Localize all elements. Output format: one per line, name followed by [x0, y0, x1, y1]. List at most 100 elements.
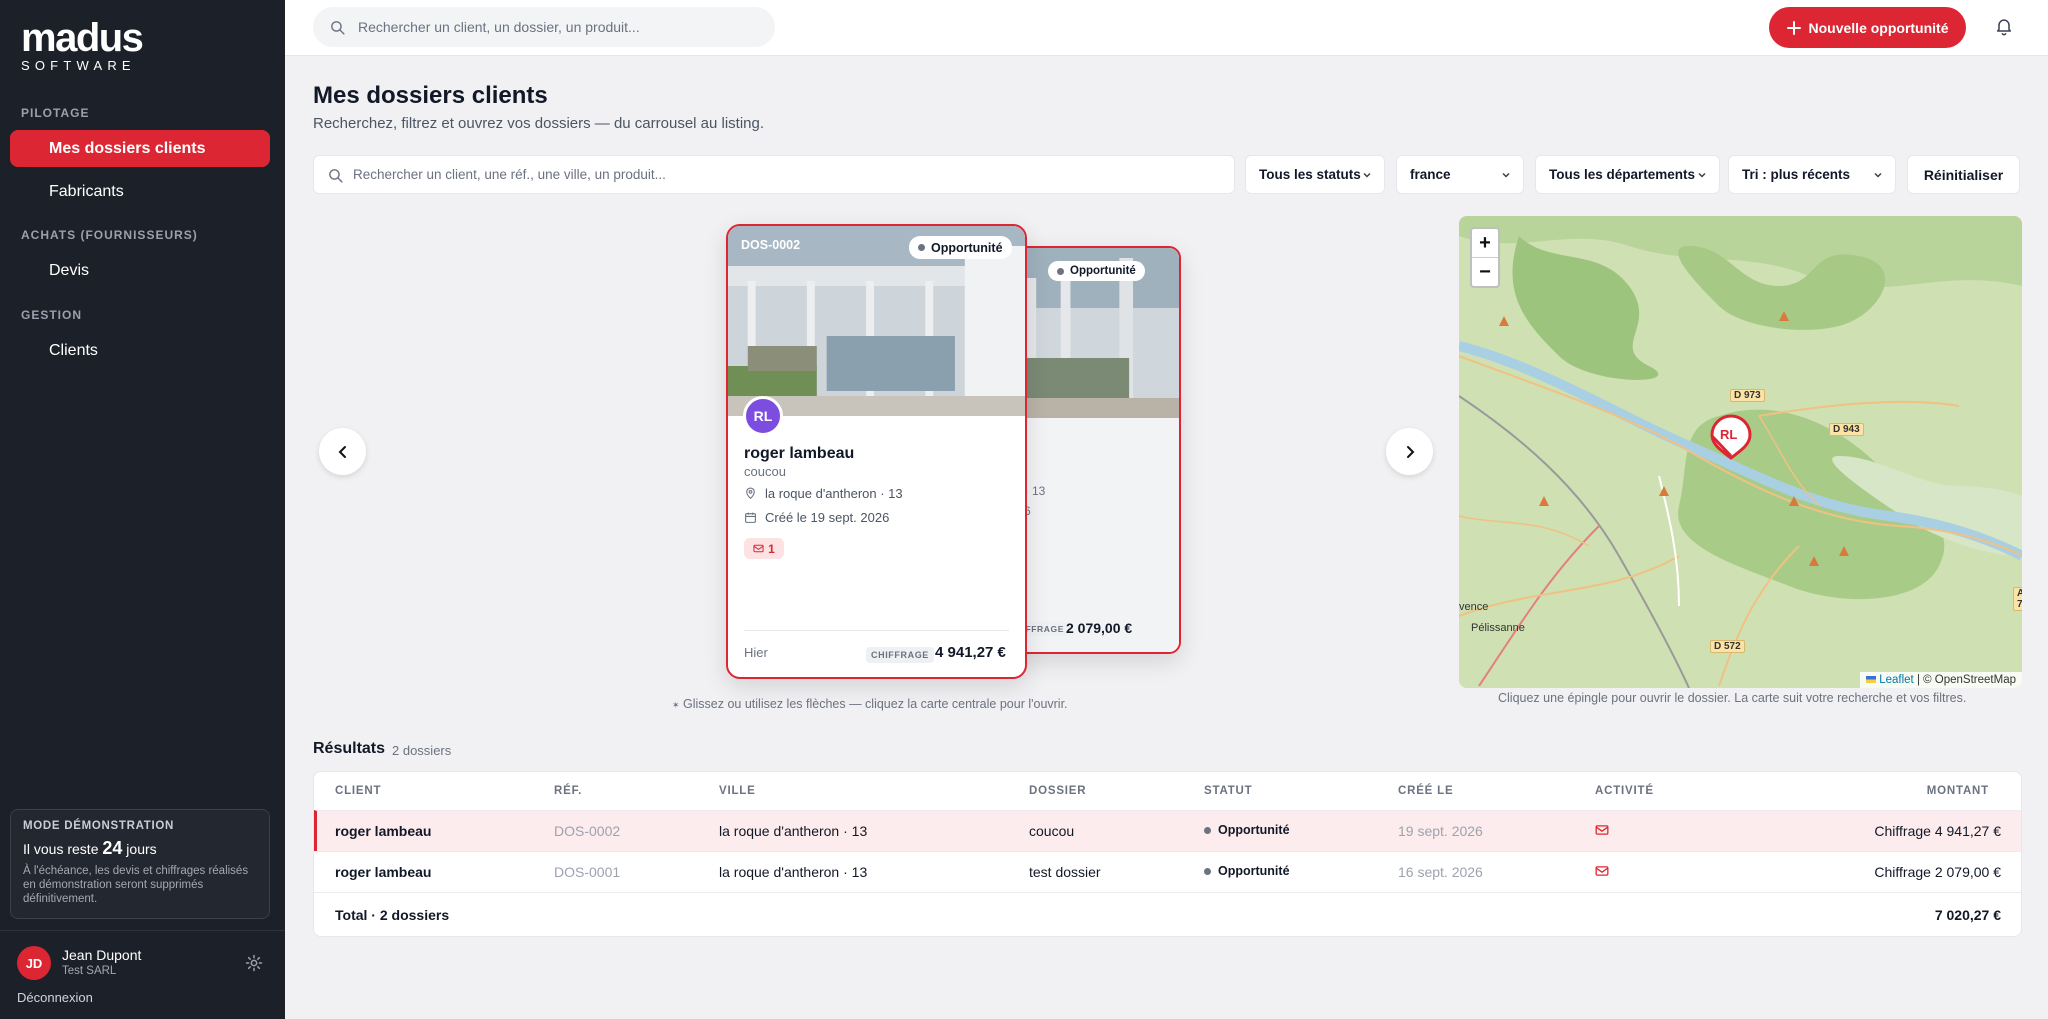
settings-gear-icon[interactable] — [244, 953, 264, 973]
dossier-search-input[interactable]: Rechercher un client, une réf., une vill… — [313, 155, 1235, 194]
col-dossier: DOSSIER — [1029, 785, 1087, 797]
logo[interactable]: madus SOFTWARE — [21, 16, 144, 73]
row-city: la roque d'antheron · 13 — [719, 864, 868, 880]
carousel-next-button[interactable] — [1386, 428, 1433, 475]
demo-days-count: 24 — [102, 838, 123, 858]
logo-sub: SOFTWARE — [21, 58, 136, 73]
chevron-down-icon — [1363, 172, 1371, 178]
carousel-card-main[interactable]: DOS-0002 Opportunité RL roger lambeau co… — [726, 224, 1027, 679]
mail-icon — [753, 544, 764, 553]
card-client-avatar: RL — [743, 396, 783, 436]
mail-icon[interactable] — [1595, 823, 1609, 837]
zoom-in-button[interactable]: + — [1472, 229, 1498, 257]
status-filter-select[interactable]: Tous les statuts — [1245, 155, 1385, 194]
dossier-search-placeholder: Rechercher un client, une réf., une vill… — [353, 167, 666, 182]
country-filter-select[interactable]: france — [1396, 155, 1524, 194]
row-client: roger lambeau — [335, 864, 432, 880]
page-title: Mes dossiers clients — [313, 82, 548, 109]
map-marker-rl[interactable]: RL — [1708, 414, 1754, 460]
card-ref: DOS-0002 — [741, 238, 801, 252]
mail-icon[interactable] — [1595, 864, 1609, 878]
carousel-card-secondary[interactable]: Opportunité ron · 13 2026 CHIFFRAGE 2 07… — [1000, 246, 1181, 654]
chevron-down-icon — [1874, 172, 1882, 178]
table-total-row: Total · 2 dossiers 7 020,27 € — [314, 892, 2021, 936]
row-status: Opportunité — [1204, 823, 1290, 837]
zoom-out-button[interactable]: − — [1472, 258, 1498, 286]
chevron-down-icon — [1698, 172, 1706, 178]
new-opportunity-button[interactable]: Nouvelle opportunité — [1769, 7, 1966, 48]
road-label-d572: D 572 — [1710, 640, 1745, 653]
new-opportunity-label: Nouvelle opportunité — [1808, 19, 1949, 36]
row-status-text: Opportunité — [1218, 864, 1290, 878]
sidebar: madus SOFTWARE PILOTAGE Mes dossiers cli… — [0, 0, 285, 1019]
demo-mode-box: MODE DÉMONSTRATION Il vous reste 24 jour… — [10, 809, 270, 919]
card-status-badge: Opportunité — [909, 236, 1012, 259]
road-label-d943: D 943 — [1829, 423, 1864, 436]
country-filter-value: france — [1410, 167, 1451, 182]
total-amount: 7 020,27 € — [1934, 907, 2001, 923]
leaflet-link[interactable]: Leaflet — [1879, 674, 1914, 686]
map[interactable]: D 973 D 943 D 572 A 7 vence Pélissanne R… — [1459, 216, 2022, 688]
map-zoom-control: + − — [1470, 227, 1500, 288]
card-amount: 4 941,27 € — [935, 644, 1006, 661]
user-avatar[interactable]: JD — [17, 946, 51, 980]
card-footer-divider — [744, 630, 1009, 631]
card-body-dim — [1002, 418, 1179, 652]
hint-bullet-icon: ✶ — [672, 700, 680, 710]
logout-link[interactable]: Déconnexion — [17, 990, 93, 1005]
sort-select[interactable]: Tri : plus récents — [1728, 155, 1896, 194]
chevron-right-icon — [1406, 445, 1414, 458]
map-hint: Cliquez une épingle pour ouvrir le dossi… — [1498, 691, 1967, 705]
sidebar-item-devis[interactable]: Devis — [10, 252, 270, 289]
road-label-a7: A 7 — [2013, 587, 2022, 611]
osm-attribution: | © OpenStreetMap — [1916, 674, 2016, 686]
row-created: 19 sept. 2026 — [1398, 823, 1483, 839]
global-search-input[interactable]: Rechercher un client, un dossier, un pro… — [313, 7, 775, 47]
col-cree-le: CRÉÉ LE — [1398, 785, 1454, 797]
row-amount: Chiffrage 2 079,00 € — [1874, 864, 2001, 880]
department-filter-select[interactable]: Tous les départements — [1535, 155, 1720, 194]
results-title: Résultats — [313, 740, 386, 757]
row-created: 16 sept. 2026 — [1398, 864, 1483, 880]
demo-title: MODE DÉMONSTRATION — [23, 820, 175, 832]
status-dot — [1204, 867, 1211, 875]
status-dot — [1057, 267, 1064, 275]
col-activite: ACTIVITÉ — [1595, 785, 1654, 797]
carousel-prev-button[interactable] — [319, 428, 366, 475]
row-status-text: Opportunité — [1218, 823, 1290, 837]
map-pin-icon — [746, 487, 755, 500]
col-montant: MONTANT — [1926, 785, 1989, 797]
table-row[interactable]: roger lambeau DOS-0001 la roque d'anther… — [314, 851, 2021, 892]
results-count: 2 dossiers — [392, 743, 452, 758]
col-client: CLIENT — [335, 785, 382, 797]
nav-section-gestion: GESTION — [21, 308, 83, 322]
user-name: Jean Dupont — [62, 947, 142, 963]
col-ville: VILLE — [719, 785, 756, 797]
row-client: roger lambeau — [335, 823, 432, 839]
bell-icon[interactable] — [1994, 16, 2014, 36]
total-label: Total · 2 dossiers — [335, 907, 450, 923]
table-row[interactable]: roger lambeau DOS-0002 la roque d'anther… — [314, 810, 2021, 851]
demo-days-suffix: jours — [126, 841, 157, 857]
card-status-text: Opportunité — [1070, 265, 1136, 277]
logo-main: madus — [21, 16, 144, 60]
card-status-text: Opportunité — [931, 240, 1003, 255]
page-subtitle: Recherchez, filtrez et ouvrez vos dossie… — [313, 115, 765, 132]
demo-days-prefix: Il vous reste — [23, 841, 99, 857]
reset-filters-button[interactable]: Réinitialiser — [1907, 155, 2020, 194]
sidebar-item-clients[interactable]: Clients — [10, 332, 270, 369]
department-filter-value: Tous les départements — [1549, 167, 1696, 182]
card-date: Hier — [744, 645, 768, 660]
card-location-line: la roque d'antheron · 13 — [744, 486, 903, 501]
row-ref: DOS-0002 — [554, 823, 621, 839]
sidebar-item-fabricants[interactable]: Fabricants — [10, 173, 270, 210]
card-mail-badge: 1 — [744, 538, 784, 559]
row-ref: DOS-0001 — [554, 864, 621, 880]
status-filter-value: Tous les statuts — [1259, 167, 1361, 182]
carousel-hint: ✶ Glissez ou utilisez les flèches — cliq… — [672, 697, 1068, 711]
status-dot — [1204, 826, 1211, 834]
row-dossier: coucou — [1029, 823, 1075, 839]
sidebar-item-mes-dossiers-clients[interactable]: Mes dossiers clients — [10, 130, 270, 167]
user-company: Test SARL — [62, 965, 117, 977]
col-ref: RÉF. — [554, 785, 583, 797]
